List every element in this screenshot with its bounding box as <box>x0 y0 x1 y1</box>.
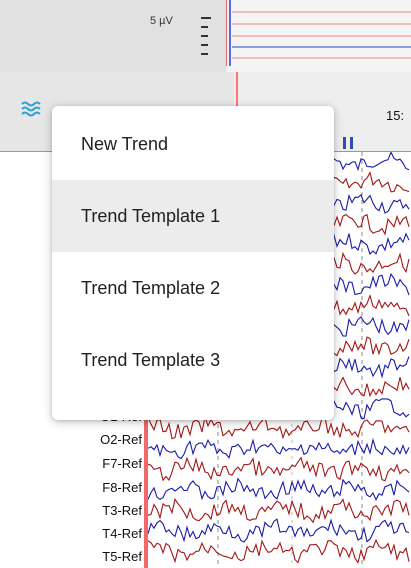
channel-label: F7-Ref <box>102 456 142 471</box>
eeg-trace <box>147 414 410 440</box>
menu-item-new-trend[interactable]: New Trend <box>52 108 334 180</box>
channel-label: T3-Ref <box>102 503 142 518</box>
wave-icon[interactable] <box>21 101 43 117</box>
trend-menu: New Trend Trend Template 1 Trend Templat… <box>52 106 334 420</box>
scale-lane <box>225 0 411 72</box>
menu-item-trend-template-1[interactable]: Trend Template 1 <box>52 180 334 252</box>
eeg-trace <box>147 518 410 543</box>
event-marker-icon[interactable] <box>341 137 361 149</box>
channel-label: T5-Ref <box>102 549 142 564</box>
eeg-trace <box>147 456 410 482</box>
scale-lines <box>225 0 411 66</box>
channel-label: F8-Ref <box>102 480 142 495</box>
time-label: 15: <box>386 108 405 123</box>
eeg-trace <box>147 437 410 460</box>
scale-label: 5 µV <box>150 15 173 27</box>
channel-label: T4-Ref <box>102 526 142 541</box>
eeg-trace <box>147 477 410 502</box>
channel-label: O2-Ref <box>100 432 142 447</box>
scale-panel: 5 µV <box>0 0 411 72</box>
scale-ticks <box>201 17 211 59</box>
eeg-trace <box>147 538 410 564</box>
menu-item-trend-template-3[interactable]: Trend Template 3 <box>52 324 334 396</box>
menu-item-trend-template-2[interactable]: Trend Template 2 <box>52 252 334 324</box>
eeg-trace <box>147 497 410 524</box>
